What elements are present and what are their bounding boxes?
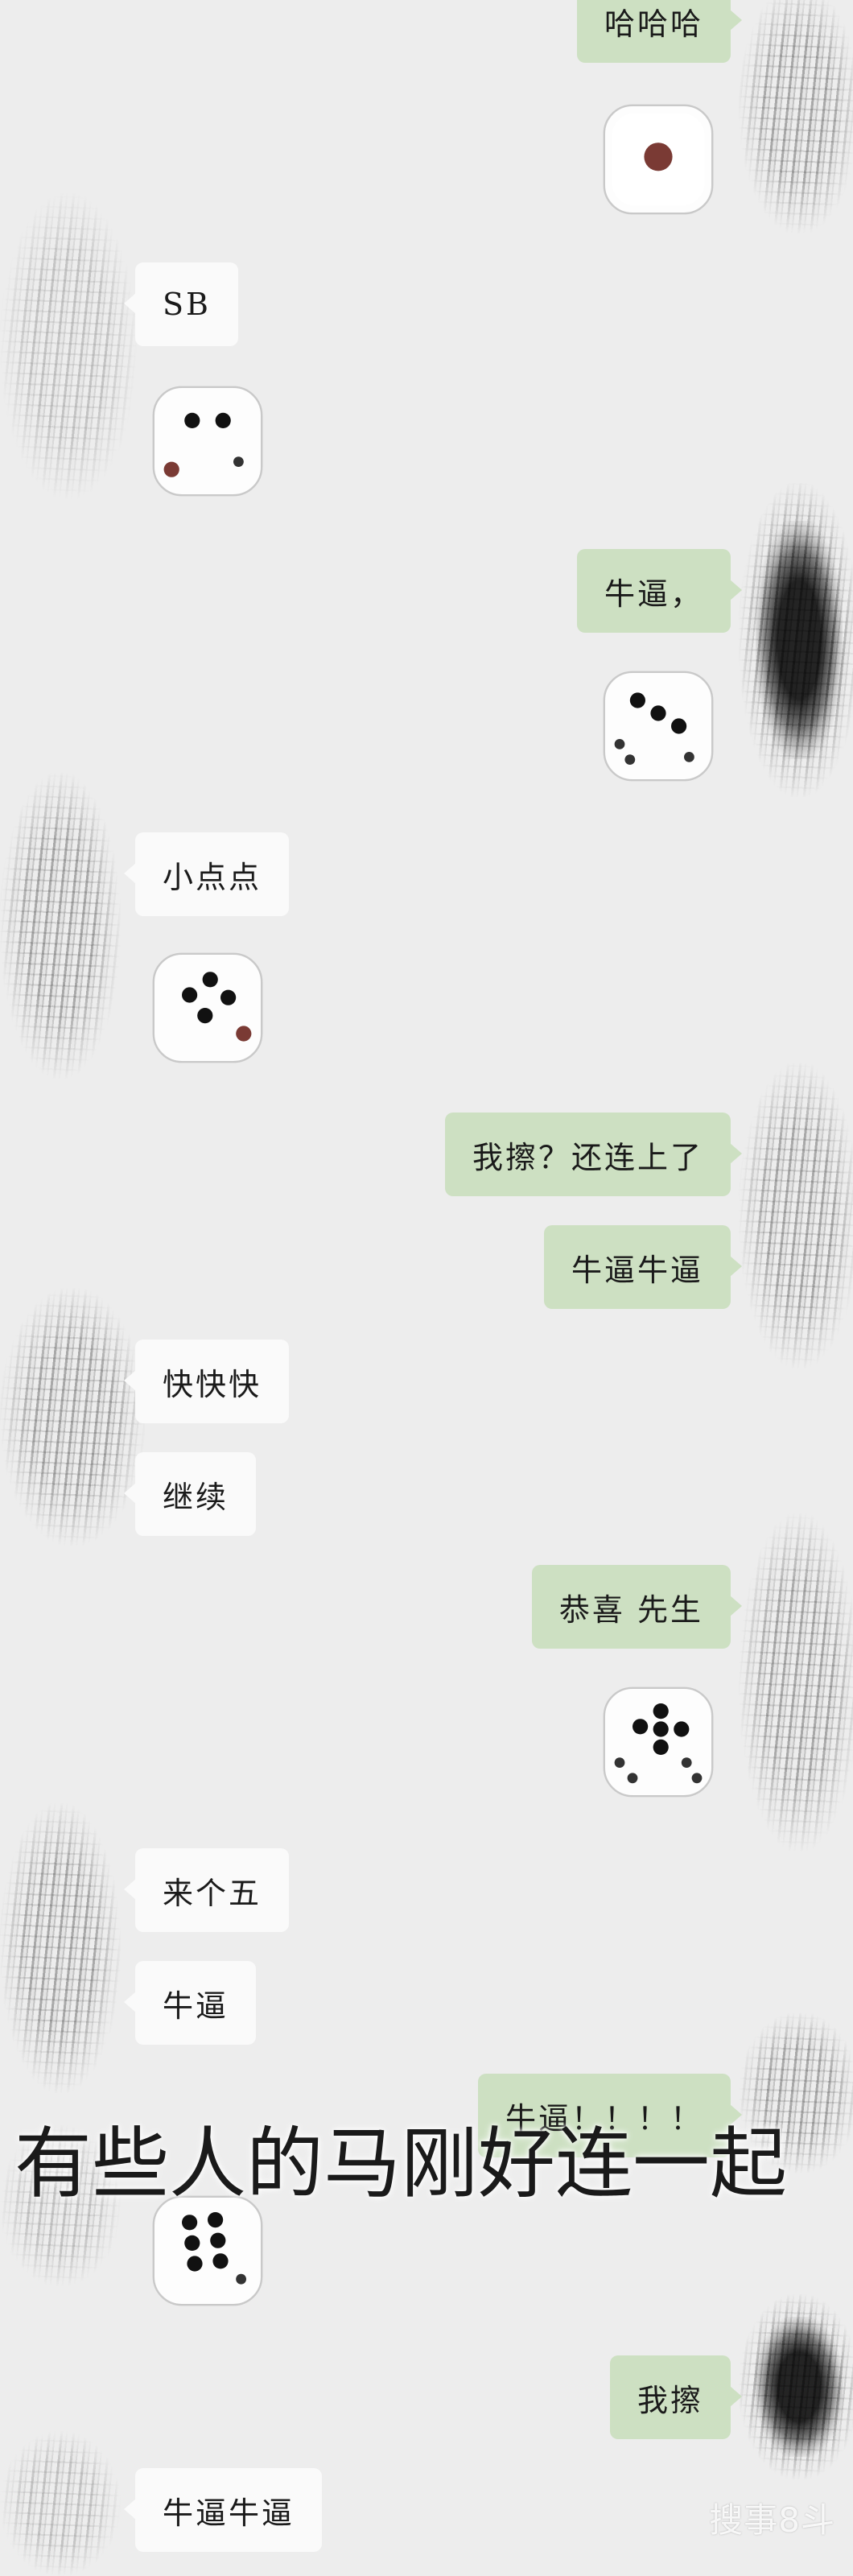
- message-text: 牛逼牛逼: [571, 1252, 703, 1288]
- chat-bubble-received[interactable]: 继续: [123, 1452, 257, 1536]
- dice-icon: [603, 1686, 714, 1798]
- avatar-receiver[interactable]: [0, 1288, 145, 1546]
- chat-bubble-received[interactable]: 来个五: [123, 1848, 290, 1932]
- chat-bubble-received[interactable]: 快快快: [123, 1340, 290, 1423]
- avatar-sender[interactable]: [739, 1513, 853, 1852]
- chat-bubble-sent[interactable]: 我擦: [609, 2355, 743, 2439]
- chat-bubble-received[interactable]: 牛逼牛逼: [123, 2468, 323, 2552]
- message-text: 恭喜 先生: [558, 1591, 703, 1628]
- chat-bubble-received[interactable]: SB: [124, 262, 238, 346]
- message-text: 小点点: [163, 859, 262, 895]
- message-text: 牛逼: [163, 1988, 229, 2024]
- chat-bubble-sent[interactable]: 我擦？还连上了: [444, 1113, 743, 1196]
- dice-icon: [603, 104, 714, 215]
- chat-bubble-sent[interactable]: 牛逼牛逼: [543, 1225, 743, 1309]
- message-text: 快快快: [163, 1366, 262, 1402]
- message-text: 来个五: [163, 1875, 262, 1911]
- dice-icon: [152, 952, 263, 1063]
- message-text: 我擦？还连上了: [472, 1139, 703, 1175]
- chat-bubble-sent[interactable]: 牛逼，: [576, 549, 743, 633]
- video-caption: 有些人的马刚好连一起: [14, 2119, 787, 2209]
- message-text: 哈哈哈: [604, 6, 703, 42]
- avatar-sender[interactable]: [739, 0, 853, 233]
- message-text: 牛逼，: [604, 576, 703, 612]
- avatar-receiver[interactable]: [0, 2431, 121, 2576]
- chat-bubble-received[interactable]: 牛逼: [123, 1961, 257, 2045]
- chat-bubble-received[interactable]: 小点点: [123, 832, 290, 916]
- chat-bubble-sent[interactable]: 哈哈哈: [576, 0, 743, 63]
- watermark: 搜事8斗: [709, 2500, 835, 2540]
- message-text: 牛逼牛逼: [163, 2495, 295, 2531]
- dice-face-1: [603, 104, 714, 215]
- avatar-receiver[interactable]: [0, 773, 121, 1079]
- message-text: SB: [163, 287, 211, 322]
- chat-bubble-sent[interactable]: 恭喜 先生: [531, 1565, 743, 1649]
- avatar-receiver[interactable]: [0, 1803, 121, 2093]
- avatar-sender[interactable]: [739, 2294, 853, 2479]
- message-text: 我擦: [637, 2382, 703, 2418]
- dice-icon: [152, 386, 263, 497]
- avatar-receiver[interactable]: [0, 193, 137, 499]
- message-text: 继续: [163, 1479, 229, 1515]
- dice-icon: [603, 671, 714, 782]
- avatar-sender[interactable]: [739, 483, 853, 797]
- avatar-sender[interactable]: [739, 1063, 853, 1368]
